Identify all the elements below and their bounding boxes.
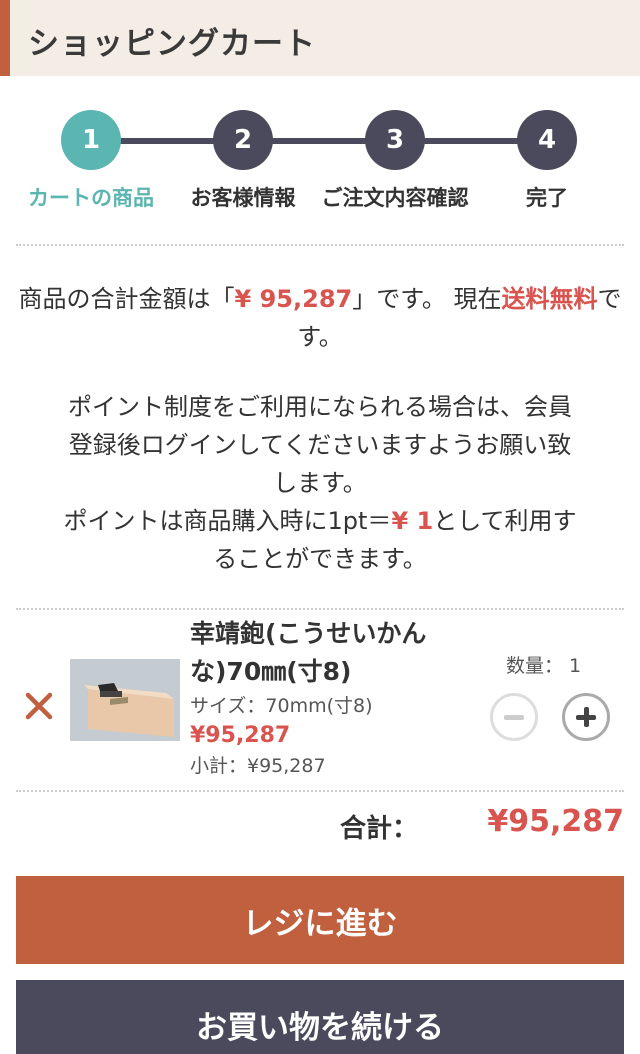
points-text: として利用す xyxy=(433,507,577,535)
hand-plane-photo xyxy=(70,659,180,741)
item-price: ¥95,287 xyxy=(190,723,291,748)
step-customer-info: 2 お客様情報 xyxy=(158,110,328,212)
step-number: 2 xyxy=(213,110,273,170)
free-shipping-text: 送料無料 xyxy=(501,285,598,313)
step-cart: 1 カートの商品 xyxy=(6,110,176,212)
points-rate-value: ¥ 1 xyxy=(391,507,434,535)
continue-shopping-button[interactable]: お買い物を続ける xyxy=(16,980,624,1054)
step-number: 1 xyxy=(61,110,121,170)
cart-total: 合計： ¥95,287 xyxy=(0,804,640,848)
divider xyxy=(16,608,624,610)
step-order-confirm: 3 ご注文内容確認 xyxy=(310,110,480,212)
item-name-line: 幸靖鉋(こうせいかん xyxy=(190,619,427,648)
notice-total-amount: ¥ 95,287 xyxy=(234,285,353,313)
divider xyxy=(16,244,624,246)
cart-item: 幸靖鉋(こうせいかん な)70㎜(寸8) サイズ：70mm(寸8) ¥95,28… xyxy=(0,615,640,790)
points-text: 登録後ログインしてくださいますようお願い致 xyxy=(68,431,572,459)
points-text: ポイントは商品購入時に1pt＝ xyxy=(63,507,392,535)
quantity-stepper: 数量： 1 xyxy=(488,651,628,741)
total-notice: 商品の合計金額は「¥ 95,287」です。 現在送料無料です。 xyxy=(16,280,624,356)
points-text: ることができます。 xyxy=(213,545,427,573)
step-label: お客様情報 xyxy=(190,186,296,210)
step-label: 完了 xyxy=(526,186,568,210)
close-icon xyxy=(25,692,53,720)
total-label: 合計： xyxy=(340,814,419,844)
notice-text: 商品の合計金額は「 xyxy=(18,285,235,313)
decrease-quantity-button[interactable] xyxy=(490,693,538,741)
item-name-line: な)70㎜(寸8) xyxy=(190,657,352,686)
checkout-steps: 1 カートの商品 2 お客様情報 3 ご注文内容確認 4 完了 xyxy=(0,110,640,220)
points-notice: ポイント制度をご利用になられる場合は、会員 登録後ログインしてくださいますようお… xyxy=(16,388,624,578)
points-text: します。 xyxy=(273,469,367,497)
product-thumbnail[interactable] xyxy=(70,659,180,741)
step-label: カートの商品 xyxy=(28,186,154,210)
increase-quantity-button[interactable] xyxy=(562,693,610,741)
step-label: ご注文内容確認 xyxy=(321,186,469,210)
minus-icon xyxy=(504,714,524,720)
divider xyxy=(16,790,624,792)
item-info: 幸靖鉋(こうせいかん な)70㎜(寸8) サイズ：70mm(寸8) ¥95,28… xyxy=(190,615,480,781)
step-complete: 4 完了 xyxy=(462,110,632,212)
remove-item-button[interactable] xyxy=(20,687,58,725)
checkout-button[interactable]: レジに進む xyxy=(16,876,624,964)
item-size: サイズ：70mm(寸8) xyxy=(190,695,373,717)
points-text: ポイント制度をご利用になられる場合は、会員 xyxy=(68,393,572,421)
step-number: 3 xyxy=(365,110,425,170)
points-rate: ポイントは商品購入時に1pt＝¥ 1として利用す xyxy=(16,502,624,540)
item-name[interactable]: 幸靖鉋(こうせいかん な)70㎜(寸8) xyxy=(190,615,480,691)
notice-text: 」です。 現在 xyxy=(352,285,502,313)
page-header: ショッピングカート xyxy=(0,0,640,76)
item-subtotal: 小計：¥95,287 xyxy=(190,755,326,777)
plus-icon-vertical xyxy=(583,707,589,727)
quantity-label: 数量： 1 xyxy=(506,655,582,677)
quantity-buttons xyxy=(488,693,628,743)
page-title: ショッピングカート xyxy=(28,26,316,62)
total-value: ¥95,287 xyxy=(487,804,624,839)
step-number: 4 xyxy=(517,110,577,170)
